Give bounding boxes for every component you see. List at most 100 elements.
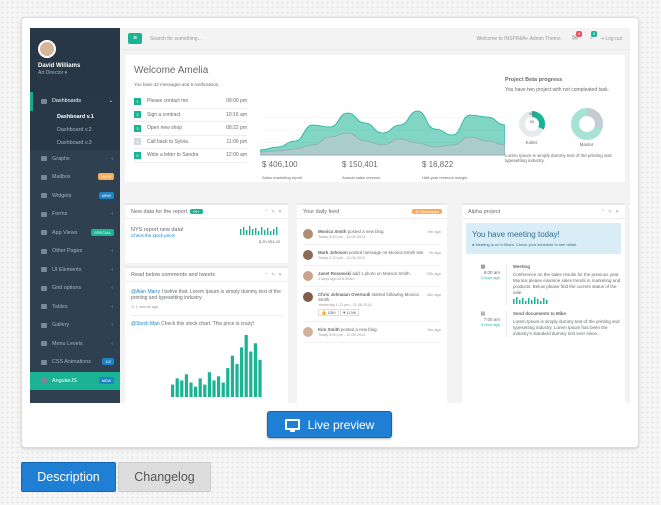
sidebar-item[interactable]: CSS Animations 1/2 <box>30 353 120 372</box>
stock-bar <box>198 378 202 397</box>
project-title: Project Beta progress <box>505 77 563 83</box>
welcome-panel: Welcome Amelia You have 42 messages and … <box>125 55 625 182</box>
comment-1-time-text: 1 minuts ago <box>135 304 159 309</box>
timeline-1-content: Meeting Conference on the sales results f… <box>506 264 621 306</box>
tab-description[interactable]: Description <box>21 462 116 492</box>
pie-maxtor: Maxtor <box>570 107 604 147</box>
feed-item: Janet Rosowski add 1 photo on Monica Smi… <box>303 266 441 287</box>
stock-bar <box>203 384 207 397</box>
sidebar-item[interactable]: Menu Levels ‹ <box>30 335 120 354</box>
sidebar-item-label: UI Elements <box>52 266 82 273</box>
tab-changelog[interactable]: Changelog <box>118 462 211 492</box>
panel-tools[interactable]: ⌃ ✎ ✕ <box>264 209 283 215</box>
task-item[interactable]: 2 Sign a contract 10:16 am <box>134 109 247 122</box>
sidebar-item[interactable]: Dashboard v.2 <box>30 123 120 137</box>
avatar[interactable] <box>303 271 313 281</box>
search-input[interactable]: Search for something... <box>150 36 202 42</box>
sidebar-item[interactable]: Gallery ‹ <box>30 316 120 335</box>
stock-bar <box>212 380 216 397</box>
sidebar-item[interactable]: Grid options ‹ <box>30 279 120 298</box>
in-badge: IN+ <box>190 209 203 214</box>
sidebar-item[interactable]: Widgets NEW <box>30 187 120 206</box>
sidebar-badge: NEW <box>98 191 114 199</box>
panel-tools[interactable]: ⌃ ✎ ✕ <box>264 272 283 278</box>
sidebar-item[interactable]: Forms ‹ <box>30 205 120 224</box>
feed-user[interactable]: Janet Rosowski <box>318 271 351 276</box>
sidebar-item[interactable]: Dashboard v.1 <box>30 110 120 124</box>
feed-user[interactable]: Monica Smith <box>318 229 347 234</box>
love-label: Love <box>346 310 357 315</box>
chevron-icon: ‹ <box>111 211 113 217</box>
avatar[interactable] <box>303 327 313 337</box>
feed-list: Monica Smith posted a new blog. Today 5:6… <box>297 219 447 348</box>
sidebar-item-label: Dashboards <box>52 98 82 105</box>
task-time: 12:00 am <box>226 152 247 159</box>
task-item[interactable]: 1 Please contact me 09:00 pm <box>134 95 247 109</box>
like-button[interactable]: 👍 Like <box>318 309 339 316</box>
sidebar-item-label: Gallery <box>52 322 70 329</box>
sidebar-item[interactable]: Mailbox 16/24 <box>30 168 120 187</box>
feed-user[interactable]: Kim Smith <box>318 327 340 332</box>
feed-header: Your daily feed 10 Messages <box>297 205 447 219</box>
task-label: Write a letter to Sandra <box>147 152 199 159</box>
pie-kolter-top: 300 <box>528 111 535 116</box>
feed-time: Today 5:60 pm - 12.06.2014 <box>318 333 366 337</box>
task-label: Sign a contract <box>147 111 181 118</box>
sidebar-item-label: Dashboard v.3 <box>57 140 92 146</box>
sidebar: David Williams Art Director ▾ Dashboards… <box>30 28 120 403</box>
pie-kolter-mid: 50 <box>529 119 534 124</box>
sidebar-badge: SPECIAL <box>91 228 114 236</box>
feed-text: add 1 photo on Monica Smith. <box>351 271 411 276</box>
love-button[interactable]: ♥ Love <box>339 309 360 316</box>
logout-link[interactable]: ⇥ Log out <box>600 36 622 42</box>
sidebar-item[interactable]: AngularJS NEW <box>30 371 120 390</box>
task-item[interactable]: 3 Open new shop 08:22 pm <box>134 122 247 136</box>
sidebar-item-label: Menu Levels <box>52 340 83 347</box>
alpha-header: Alpha project ⌃ ✎ ✕ <box>462 205 625 219</box>
sidebar-item[interactable]: Dashboard v.3 <box>30 136 120 150</box>
project-text: You have two project with not compleated… <box>505 87 610 93</box>
feed-time: 2 days ago at 8:30am <box>318 277 355 281</box>
alpha-title: Alpha project <box>468 209 501 215</box>
panel-tools[interactable]: ⌃ ✎ ✕ <box>601 209 620 215</box>
stock-bar <box>189 382 193 397</box>
task-item[interactable]: 4 Call back to Sylvia 11:06 pm <box>134 136 247 149</box>
avatar[interactable] <box>303 229 313 239</box>
feed-item: Monica Smith posted a new blog. Today 5:6… <box>303 224 441 245</box>
task-label: Call back to Sylvia <box>147 138 188 145</box>
sidebar-item[interactable]: Other Pages ‹ <box>30 242 120 261</box>
menu-toggle-button[interactable]: ≡ <box>128 33 142 44</box>
stock-bar <box>240 347 244 397</box>
user-role[interactable]: Art Director ▾ <box>38 70 120 76</box>
sidebar-item[interactable]: App Views SPECIAL <box>30 224 120 243</box>
menu-icon <box>41 267 47 273</box>
live-preview-button[interactable]: Live preview <box>267 411 392 438</box>
avatar[interactable] <box>303 250 313 260</box>
sidebar-item[interactable]: Tables ‹ <box>30 298 120 317</box>
stat-label: Sales marketing report <box>262 175 303 180</box>
project-footnote: Lorem Ipsum is simply dummy text of the … <box>505 153 612 163</box>
menu-icon <box>41 341 47 347</box>
comment-2-user[interactable]: @Stock Man <box>131 321 160 327</box>
stock-bar <box>180 380 184 397</box>
sidebar-item[interactable]: Graphs ‹ <box>30 150 120 169</box>
feed-ago: 23h ago <box>426 271 441 276</box>
timeline-1-text: Conference on the sales results for the … <box>513 272 621 296</box>
sidebar-item[interactable]: UI Elements ‹ <box>30 261 120 280</box>
feed-ago: 2h ago <box>428 250 441 255</box>
theme-screenshot: David Williams Art Director ▾ Dashboards… <box>30 28 630 403</box>
task-time: 09:00 pm <box>226 98 247 105</box>
feed-ago: 5m ago <box>427 327 441 332</box>
menu-icon <box>41 285 47 291</box>
task-item[interactable]: 5 Write a letter to Sandra 12:00 am <box>134 149 247 163</box>
stock-bar <box>175 378 179 397</box>
sidebar-item[interactable]: Dashboards ⌄ <box>30 92 120 111</box>
stock-bar <box>184 374 188 397</box>
alert-subtitle: ● Meeting is on 6:00am. Check your sched… <box>472 242 578 247</box>
menu-icon <box>41 211 47 217</box>
menu-icon <box>41 193 47 199</box>
feed-user[interactable]: Mark Johnson <box>318 250 348 255</box>
comments-panel: Read below comments and tweets ⌃ ✎ ✕ @Ala… <box>125 266 288 403</box>
stock-bar <box>235 363 239 397</box>
avatar[interactable] <box>303 292 313 302</box>
